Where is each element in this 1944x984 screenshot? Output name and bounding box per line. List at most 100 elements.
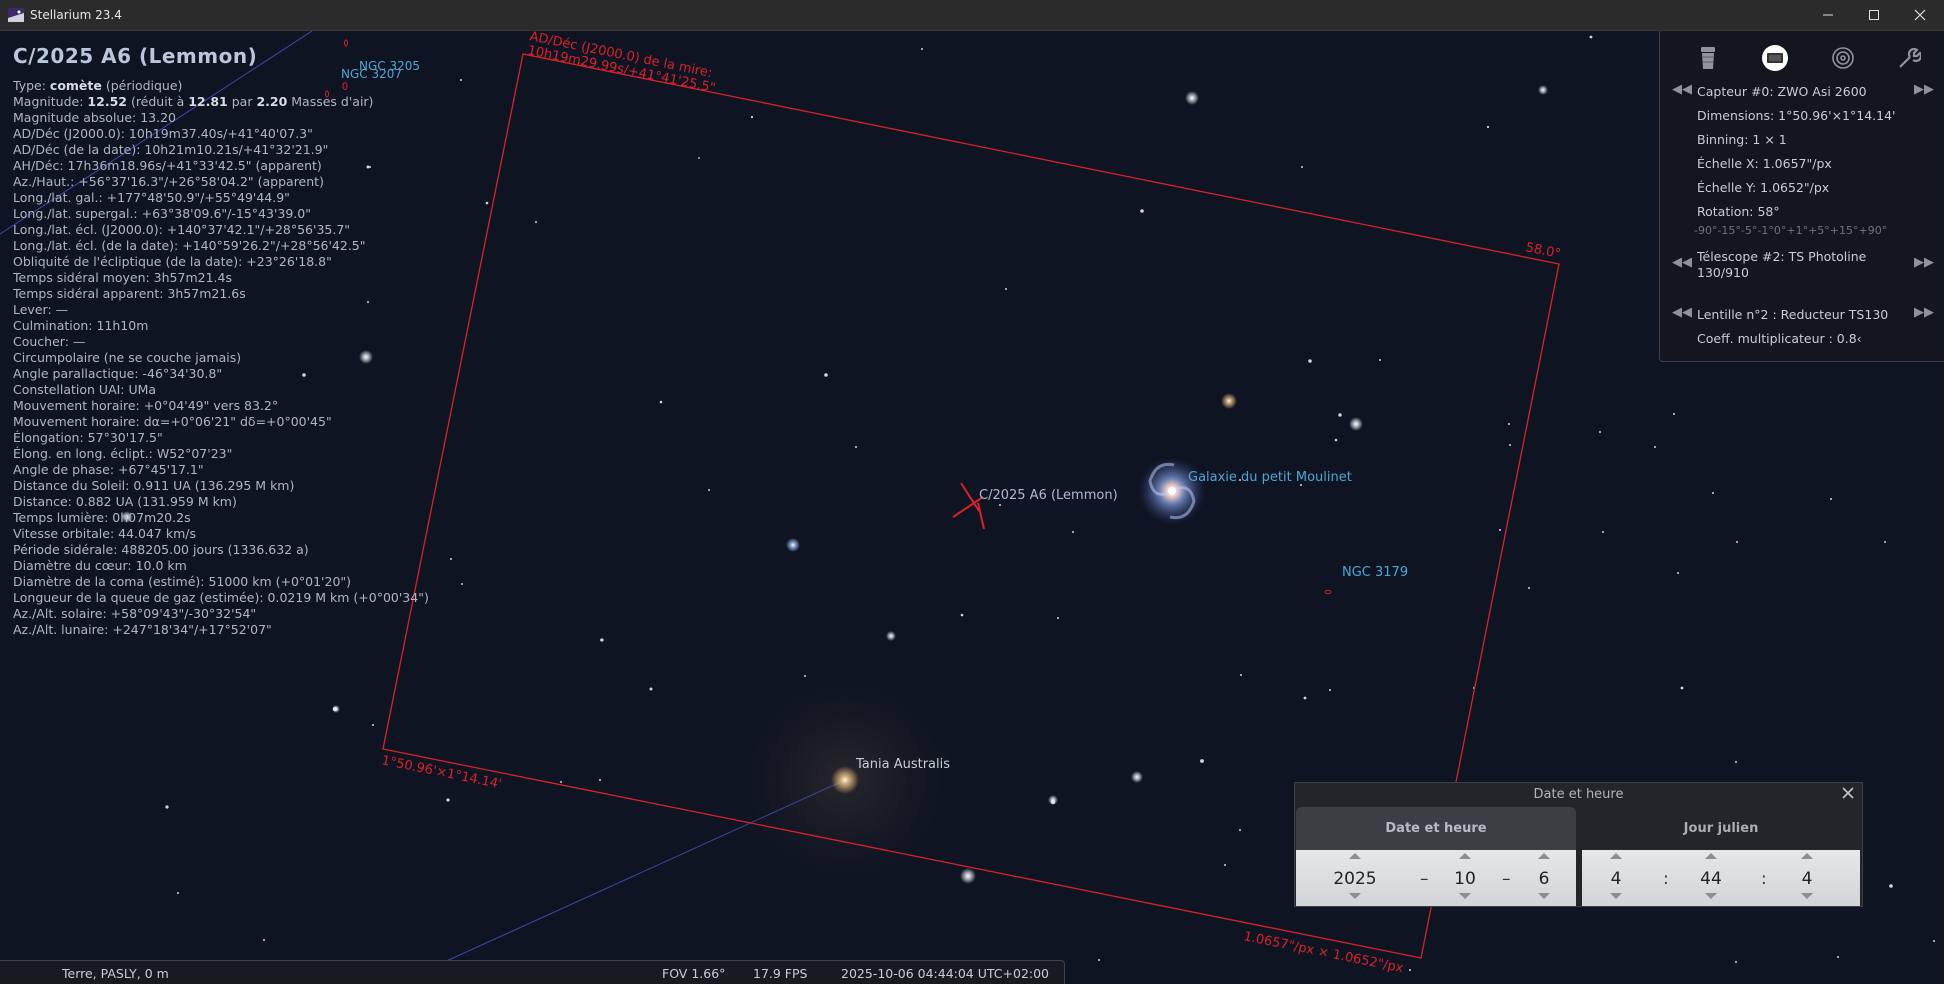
ocular-icon xyxy=(1701,47,1715,69)
info-segment: Diamètre de la coma (estimé): 51000 km (… xyxy=(13,574,352,589)
datetime-text[interactable]: 2025-10-06 04:44:04 UTC+02:00 xyxy=(841,966,1049,981)
tab-date-time[interactable]: Date et heure xyxy=(1296,807,1576,850)
ocular-button[interactable] xyxy=(1693,43,1723,73)
close-button[interactable] xyxy=(1897,0,1943,30)
next-telescope-arrow-icon[interactable]: ▶▶ xyxy=(1914,255,1934,270)
info-line: Temps sidéral moyen: 3h57m21.4s xyxy=(13,270,429,286)
dialog-title: Date et heure xyxy=(1533,787,1624,802)
info-line: Élongation: 57°30'17.5" xyxy=(13,430,429,446)
year-field[interactable]: 2025 xyxy=(1315,869,1395,889)
minute-down-arrow-icon[interactable] xyxy=(1705,893,1717,899)
info-segment: 12.52 xyxy=(87,94,127,109)
next-lens-arrow-icon[interactable]: ▶▶ xyxy=(1914,305,1934,320)
status-bar: Terre, PASLY, 0 m FOV 1.66° 17.9 FPS 202… xyxy=(0,960,1065,984)
second-field[interactable]: 4 xyxy=(1782,869,1832,889)
info-line: Mouvement horaire: +0°04'49" vers 83.2° xyxy=(13,398,429,414)
info-segment: Temps lumière: 0h07m20.2s xyxy=(13,510,191,525)
day-up-arrow-icon[interactable] xyxy=(1538,853,1550,859)
info-segment: comète xyxy=(49,78,102,93)
galaxy-label[interactable]: Galaxie du petit Moulinet xyxy=(1188,470,1352,485)
info-line: Mouvement horaire: dα=+0°06'21" dδ=+0°00… xyxy=(13,414,429,430)
info-segment: Long./lat. écl. (J2000.0): +140°37'42.1"… xyxy=(13,222,351,237)
info-line: Diamètre de la coma (estimé): 51000 km (… xyxy=(13,574,429,590)
info-line: Temps sidéral apparent: 3h57m21.6s xyxy=(13,286,429,302)
info-line: Az./Alt. solaire: +58°09'43"/-30°32'54" xyxy=(13,606,429,622)
info-segment: 12.81 xyxy=(188,94,228,109)
info-line: Lever: — xyxy=(13,302,429,318)
month-down-arrow-icon[interactable] xyxy=(1459,893,1471,899)
telrad-button[interactable] xyxy=(1828,43,1858,73)
month-up-arrow-icon[interactable] xyxy=(1459,853,1471,859)
galaxy-m108-pinwheel[interactable] xyxy=(1138,457,1206,525)
info-segment: 2.20 xyxy=(256,94,288,109)
telrad-icon xyxy=(1832,47,1854,69)
prev-lens-arrow-icon[interactable]: ◀◀ xyxy=(1672,305,1692,320)
tania-australis-label[interactable]: Tania Australis xyxy=(855,757,950,772)
dialog-close-button[interactable] xyxy=(1838,784,1858,804)
info-line: AD/Déc (J2000.0): 10h19m37.40s/+41°40'07… xyxy=(13,126,429,142)
info-line: Long./lat. gal.: +177°48'50.9"/+55°49'44… xyxy=(13,190,429,206)
maximize-icon xyxy=(1869,10,1879,20)
info-line: Distance du Soleil: 0.911 UA (136.295 M … xyxy=(13,478,429,494)
info-segment: (réduit à xyxy=(126,94,189,109)
tab-julian-day[interactable]: Jour julien xyxy=(1582,807,1860,850)
hour-field[interactable]: 4 xyxy=(1591,869,1641,889)
maximize-button[interactable] xyxy=(1851,0,1897,30)
info-segment: Magnitude absolue: 13.20 xyxy=(13,110,177,125)
minute-field[interactable]: 44 xyxy=(1686,869,1736,889)
day-down-arrow-icon[interactable] xyxy=(1538,893,1550,899)
info-segment: Obliquité de l'écliptique (de la date): … xyxy=(13,254,332,269)
comet-label[interactable]: C/2025 A6 (Lemmon) xyxy=(979,488,1118,503)
info-segment: Distance: 0.882 UA (131.959 M km) xyxy=(13,494,237,509)
info-line: AD/Déc (de la date): 10h21m10.21s/+41°32… xyxy=(13,142,429,158)
info-line: Culmination: 11h10m xyxy=(13,318,429,334)
location-text[interactable]: Terre, PASLY, 0 m xyxy=(62,966,169,981)
info-line: Constellation UAI: UMa xyxy=(13,382,429,398)
rotation-scale[interactable]: -90°-15°-5°-1°0°+1°+5°+15°+90° xyxy=(1694,224,1887,237)
info-segment: Distance du Soleil: 0.911 UA (136.295 M … xyxy=(13,478,295,493)
year-down-arrow-icon[interactable] xyxy=(1349,893,1361,899)
info-segment: Coucher: — xyxy=(13,334,86,349)
ccd-button[interactable] xyxy=(1760,43,1790,73)
info-line: Vitesse orbitale: 44.047 km/s xyxy=(13,526,429,542)
info-segment: Lever: — xyxy=(13,302,69,317)
info-segment: Longueur de la queue de gaz (estimée): 0… xyxy=(13,590,429,605)
prev-telescope-arrow-icon[interactable]: ◀◀ xyxy=(1672,255,1692,270)
stellarium-app-icon xyxy=(8,8,24,22)
info-segment: Élong. en long. éclipt.: W52°07'23" xyxy=(13,446,233,461)
year-up-arrow-icon[interactable] xyxy=(1349,853,1361,859)
object-title: C/2025 A6 (Lemmon) xyxy=(13,44,258,68)
lens-multiplier: Coeff. multiplicateur : 0.8‹ xyxy=(1697,331,1862,346)
second-down-arrow-icon[interactable] xyxy=(1801,893,1813,899)
hour-up-arrow-icon[interactable] xyxy=(1610,853,1622,859)
info-line: Az./Haut.: +56°37'16.3"/+26°58'04.2" (ap… xyxy=(13,174,429,190)
ccd-icon xyxy=(1762,45,1788,71)
minimize-button[interactable] xyxy=(1805,0,1851,30)
info-line: Long./lat. écl. (J2000.0): +140°37'42.1"… xyxy=(13,222,429,238)
settings-button[interactable] xyxy=(1894,43,1924,73)
oculars-panel: ◀◀ Capteur #0: ZWO Asi 2600 ▶▶ Dimension… xyxy=(1659,31,1944,362)
info-line: Type: comète (périodique) xyxy=(13,78,429,94)
minute-up-arrow-icon[interactable] xyxy=(1705,853,1717,859)
day-field[interactable]: 6 xyxy=(1519,869,1569,889)
info-segment: AD/Déc (de la date): 10h21m10.21s/+41°32… xyxy=(13,142,329,157)
info-segment: Diamètre du cœur: 10.0 km xyxy=(13,558,187,573)
info-segment: AD/Déc (J2000.0): 10h19m37.40s/+41°40'07… xyxy=(13,126,313,141)
info-segment: Az./Alt. lunaire: +247°18'34"/+17°52'07" xyxy=(13,622,272,637)
close-icon xyxy=(1842,787,1854,799)
info-line: Élong. en long. éclipt.: W52°07'23" xyxy=(13,446,429,462)
prev-sensor-arrow-icon[interactable]: ◀◀ xyxy=(1672,82,1692,97)
info-segment: Long./lat. écl. (de la date): +140°59'26… xyxy=(13,238,366,253)
hour-down-arrow-icon[interactable] xyxy=(1610,893,1622,899)
next-sensor-arrow-icon[interactable]: ▶▶ xyxy=(1914,82,1934,97)
info-segment: Vitesse orbitale: 44.047 km/s xyxy=(13,526,196,541)
info-segment: Période sidérale: 488205.00 jours (1336.… xyxy=(13,542,309,557)
date-time-dialog: Date et heure Date et heure Jour julien … xyxy=(1294,782,1863,907)
second-up-arrow-icon[interactable] xyxy=(1801,853,1813,859)
info-line: Long./lat. écl. (de la date): +140°59'26… xyxy=(13,238,429,254)
info-segment: Culmination: 11h10m xyxy=(13,318,149,333)
ngc3179-label[interactable]: NGC 3179 xyxy=(1342,565,1408,580)
info-segment: Circumpolaire (ne se couche jamais) xyxy=(13,350,242,365)
window-title: Stellarium 23.4 xyxy=(30,8,122,22)
month-field[interactable]: 10 xyxy=(1440,869,1490,889)
